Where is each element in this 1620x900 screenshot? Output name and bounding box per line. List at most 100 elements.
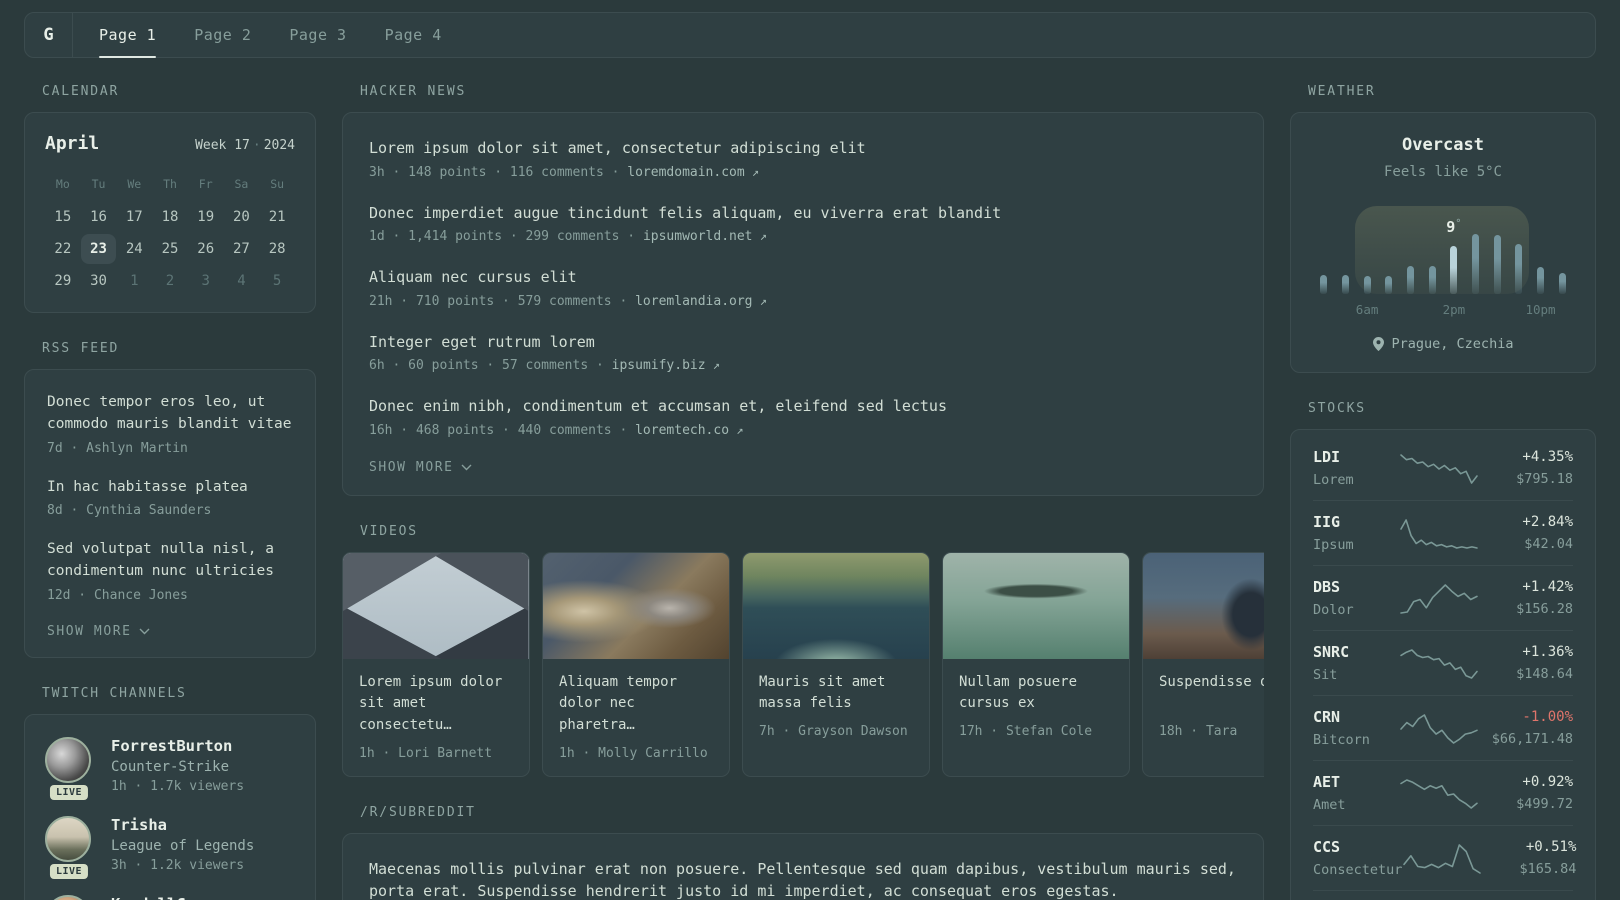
calendar-day[interactable]: 21	[259, 202, 295, 232]
hackernews-item-title[interactable]: Integer eget rutrum lorem	[369, 331, 1237, 354]
calendar-day[interactable]: 4	[224, 266, 260, 296]
calendar-day[interactable]: 22	[45, 234, 81, 264]
weather-bar-slot	[1530, 267, 1552, 294]
weather-bar-slot	[1335, 275, 1357, 294]
hackernews-card: Lorem ipsum dolor sit amet, consectetur …	[342, 112, 1264, 496]
hackernews-item-title[interactable]: Aliquam nec cursus elit	[369, 266, 1237, 289]
video-meta: 7h · Grayson Dawson	[759, 723, 908, 739]
app-logo[interactable]: G	[25, 13, 73, 57]
stock-name: Dolor	[1313, 602, 1354, 618]
twitch-channel-meta: 3h · 1.2k viewers	[111, 857, 245, 873]
weather-bar	[1515, 244, 1523, 294]
stock-identity: CRN Bitcorn	[1313, 708, 1399, 748]
middle-column: HACKER NEWS Lorem ipsum dolor sit amet, …	[342, 84, 1264, 900]
calendar-day[interactable]: 17	[116, 202, 152, 232]
hackernews-item-link[interactable]: loremdomain.com	[627, 165, 744, 180]
video-thumbnail	[943, 552, 1129, 659]
calendar-day[interactable]: 16	[81, 202, 117, 232]
calendar-header: April Week 17 · 2024	[45, 133, 295, 154]
rss-show-more-button[interactable]: SHOW MORE	[47, 624, 150, 639]
page-tabs: Page 1 Page 2 Page 3 Page 4	[73, 13, 442, 58]
twitch-widget: TWITCH CHANNELS LIVE ForrestBurton Counter…	[24, 686, 316, 900]
video-card-body: Mauris sit amet massa felis 7h · Grayson …	[743, 659, 929, 754]
rss-item-title[interactable]: Donec tempor eros leo, ut commodo mauris…	[47, 392, 293, 436]
calendar-day[interactable]: 28	[259, 234, 295, 264]
calendar-day[interactable]: 18	[152, 202, 188, 232]
twitch-channel-name: ForrestBurton	[111, 736, 233, 755]
tab-page-4[interactable]: Page 4	[385, 13, 442, 57]
hackernews-item-link[interactable]: loremlandia.org	[635, 294, 752, 309]
calendar-day[interactable]: 30	[81, 266, 117, 296]
stock-row[interactable]: SNRC Sit +1.36% $148.64	[1313, 630, 1573, 695]
calendar-day-selected[interactable]: 23	[80, 234, 117, 264]
weather-bar-slot	[1486, 235, 1508, 294]
calendar-day[interactable]: 19	[188, 202, 224, 232]
hackernews-item-link[interactable]: ipsumify.biz	[612, 358, 706, 373]
rss-item-title[interactable]: Sed volutpat nulla nisl, a condimentum n…	[47, 539, 293, 583]
hackernews-item-title[interactable]: Donec enim nibh, condimentum et accumsan…	[369, 395, 1237, 418]
stock-row[interactable]: AHS+0.46%	[1313, 890, 1573, 900]
video-card[interactable]: Suspendisse diam 18h · Tara	[1142, 551, 1264, 777]
hackernews-item-link[interactable]: loremtech.co	[635, 423, 729, 438]
stock-row[interactable]: IIG Ipsum +2.84% $42.04	[1313, 500, 1573, 565]
rss-item-meta: 7d · Ashlyn Martin	[47, 440, 188, 456]
calendar-day[interactable]: 25	[152, 234, 188, 264]
hackernews-item-title[interactable]: Lorem ipsum dolor sit amet, consectetur …	[369, 137, 1237, 160]
calendar-day[interactable]: 3	[188, 266, 224, 296]
stock-change: +4.35%	[1522, 449, 1573, 465]
video-meta: 1h · Molly Carrillo	[559, 745, 708, 761]
weather-hourly-chart: 9°	[1313, 204, 1573, 294]
avatar	[45, 815, 91, 862]
stock-change: +1.42%	[1522, 579, 1573, 595]
stock-row[interactable]: LDI Lorem +4.35% $795.18	[1313, 436, 1573, 500]
stock-row[interactable]: CCS Consectetur +0.51% $165.84	[1313, 825, 1577, 890]
stock-identity: CCS Consectetur	[1313, 838, 1402, 878]
calendar-day[interactable]: 15	[45, 202, 81, 232]
calendar-day[interactable]: 27	[224, 234, 260, 264]
weather-bar	[1320, 275, 1328, 294]
twitch-channel-row[interactable]: LIVE Trisha League of Legends 3h · 1.2k vie…	[45, 815, 295, 879]
video-card[interactable]: Aliquam tempor dolor nec pharetra… 1h · M…	[542, 551, 730, 777]
separator-dot: ·	[252, 138, 261, 153]
video-card[interactable]: Lorem ipsum dolor sit amet consectetu… 1h…	[342, 551, 530, 777]
calendar-day[interactable]: 20	[224, 202, 260, 232]
calendar-weekday: Tu	[91, 177, 106, 191]
left-column: CALENDAR April Week 17 · 2024 Mo Tu We Th Fr Sa…	[24, 84, 316, 900]
subreddit-post-title[interactable]: Maecenas mollis pulvinar erat non posuer…	[369, 858, 1237, 900]
rss-item-title[interactable]: In hac habitasse platea	[47, 477, 293, 499]
weather-bar-slot	[1465, 234, 1487, 294]
current-temp-label: 9°	[1446, 218, 1462, 236]
weather-x-label: 10pm	[1525, 302, 1556, 317]
calendar-day[interactable]: 1	[116, 266, 152, 296]
twitch-channel-row[interactable]: KendallCarr	[45, 894, 295, 900]
calendar-day[interactable]: 24	[116, 234, 152, 264]
hackernews-show-more-button[interactable]: SHOW MORE	[369, 460, 472, 475]
stock-row[interactable]: DBS Dolor +1.42% $156.28	[1313, 565, 1573, 630]
weather-bar	[1537, 267, 1545, 294]
weather-bar	[1407, 266, 1415, 294]
hackernews-item-title[interactable]: Donec imperdiet augue tincidunt felis al…	[369, 202, 1237, 225]
calendar-day[interactable]: 2	[152, 266, 188, 296]
stock-row[interactable]: CRN Bitcorn -1.00% $66,171.48	[1313, 695, 1573, 760]
video-meta: 18h · Tara	[1159, 723, 1238, 739]
video-card[interactable]: Nullam posuere cursus ex 17h · Stefan Col…	[942, 551, 1130, 777]
stock-price: $165.84	[1519, 861, 1577, 877]
tab-page-2[interactable]: Page 2	[194, 13, 251, 57]
stock-row[interactable]: AET Amet +0.92% $499.72	[1313, 760, 1573, 825]
calendar-day[interactable]: 29	[45, 266, 81, 296]
stock-ticker: LDI	[1313, 448, 1341, 466]
weather-section-title: WEATHER	[1308, 84, 1376, 99]
subreddit-post-list: Maecenas mollis pulvinar erat non posuer…	[369, 858, 1237, 900]
calendar-section-title: CALENDAR	[42, 84, 120, 99]
tab-page-3[interactable]: Page 3	[289, 13, 346, 57]
calendar-day[interactable]: 26	[188, 234, 224, 264]
hackernews-item-link[interactable]: ipsumworld.net	[643, 229, 753, 244]
weather-bar	[1493, 235, 1501, 294]
video-meta: 17h · Stefan Cole	[959, 723, 1093, 739]
video-card[interactable]: Mauris sit amet massa felis 7h · Grayson …	[742, 551, 930, 777]
twitch-channel-row[interactable]: LIVE ForrestBurton Counter-Strike 1h · 1.7k…	[45, 736, 295, 800]
twitch-channel-info: KendallCarr	[111, 895, 214, 900]
calendar-widget: CALENDAR April Week 17 · 2024 Mo Tu We Th Fr Sa…	[24, 84, 316, 313]
calendar-day[interactable]: 5	[259, 266, 295, 296]
tab-page-1[interactable]: Page 1	[99, 13, 157, 58]
